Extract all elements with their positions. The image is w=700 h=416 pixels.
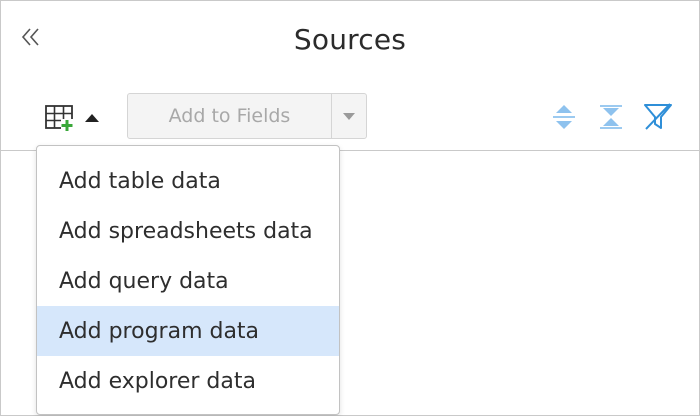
sources-panel: Sources Add to Fields Add table data Add… xyxy=(0,0,700,416)
add-to-fields-dropdown[interactable] xyxy=(332,94,366,138)
menu-item-add-program-data[interactable]: Add program data xyxy=(37,306,339,356)
chevron-down-icon xyxy=(343,112,355,120)
add-to-fields-split-button: Add to Fields xyxy=(127,93,367,139)
menu-item-add-query-data[interactable]: Add query data xyxy=(37,256,339,306)
filter-off-icon xyxy=(644,103,672,130)
add-source-dropdown-menu: Add table data Add spreadsheets data Add… xyxy=(36,145,340,415)
menu-item-add-spreadsheets-data[interactable]: Add spreadsheets data xyxy=(37,206,339,256)
add-to-fields-button[interactable]: Add to Fields xyxy=(128,94,332,138)
menu-item-add-explorer-data[interactable]: Add explorer data xyxy=(37,356,339,406)
expand-all-icon xyxy=(553,105,575,129)
table-add-icon xyxy=(45,105,73,131)
add-source-menu-button[interactable] xyxy=(43,101,107,135)
menu-item-add-table-data[interactable]: Add table data xyxy=(37,156,339,206)
panel-title: Sources xyxy=(293,23,407,56)
caret-up-icon xyxy=(85,114,99,122)
collapse-all-icon xyxy=(600,105,622,129)
filter-button[interactable] xyxy=(642,101,674,133)
sources-toolbar: Add to Fields xyxy=(1,93,699,141)
expand-all-button[interactable] xyxy=(548,101,580,133)
collapse-all-button[interactable] xyxy=(595,101,627,133)
